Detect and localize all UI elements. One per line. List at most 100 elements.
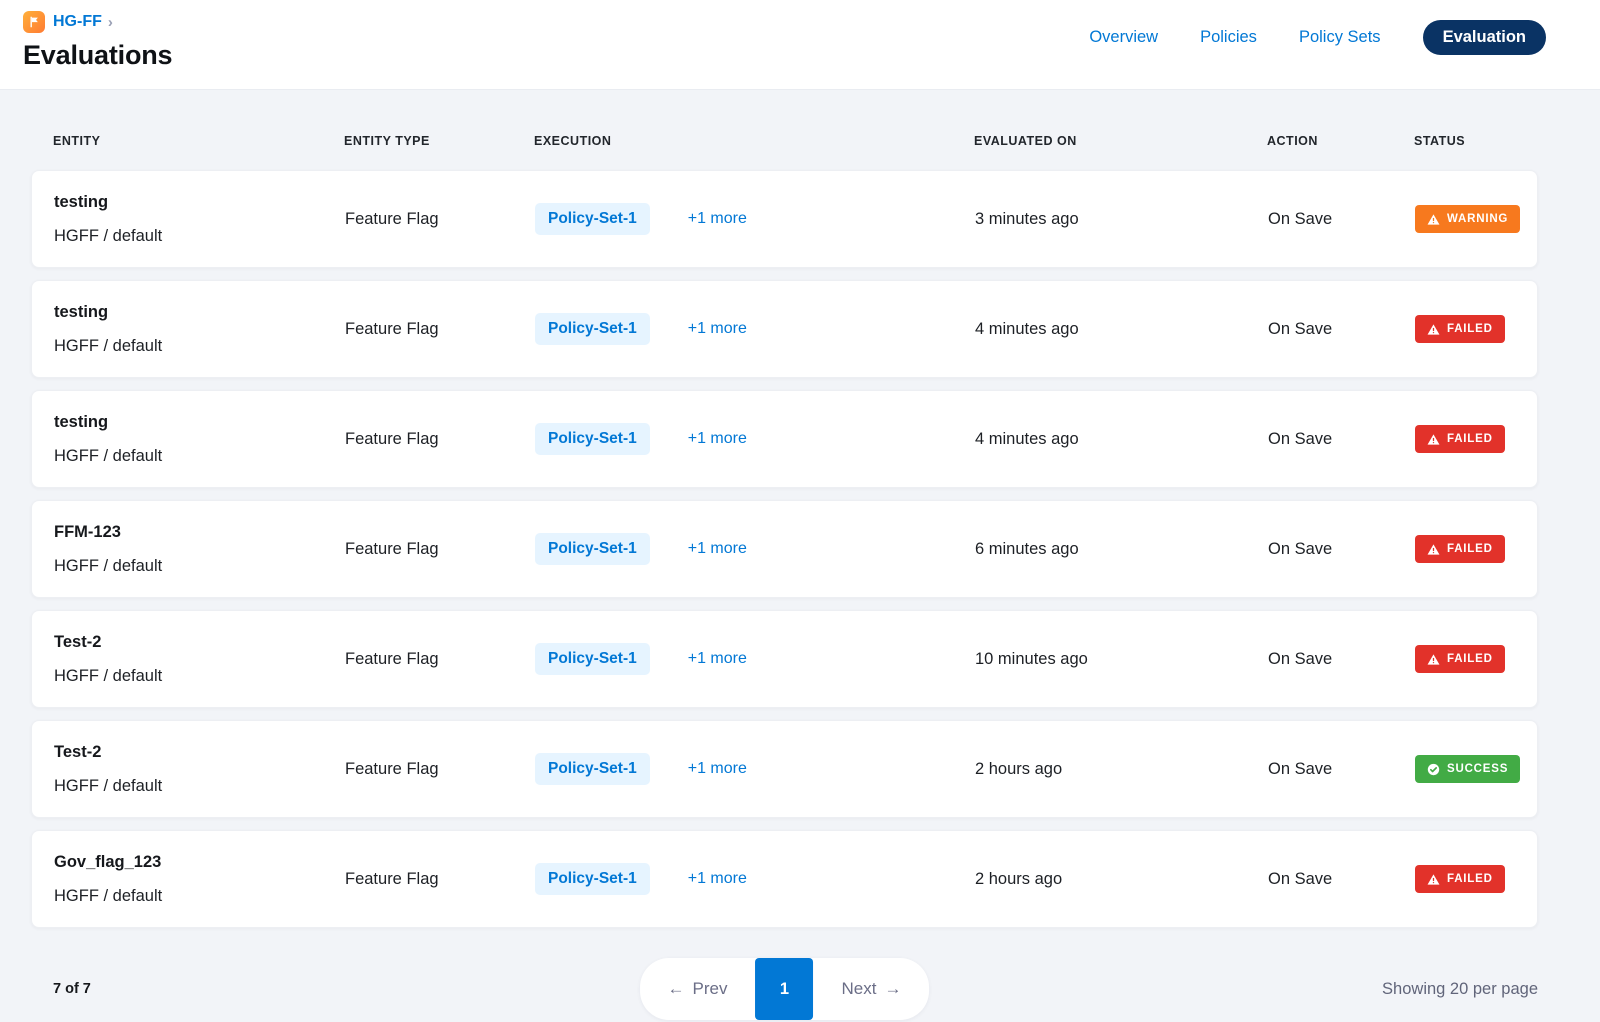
nav-link-policy-sets[interactable]: Policy Sets <box>1299 28 1381 47</box>
entity-name: testing <box>54 405 345 439</box>
status-label: WARNING <box>1447 213 1508 225</box>
table-footer: 7 of 7 ← Prev 1 Next → Showing 20 per pa… <box>31 958 1538 1020</box>
success-check-icon <box>1427 763 1440 776</box>
policy-set-chip[interactable]: Policy-Set-1 <box>535 643 650 675</box>
entity-path: HGFF / default <box>54 549 345 583</box>
table-row[interactable]: Gov_flag_123 HGFF / default Feature Flag… <box>31 830 1538 928</box>
more-policies-link[interactable]: +1 more <box>688 540 747 558</box>
table-row[interactable]: testing HGFF / default Feature Flag Poli… <box>31 390 1538 488</box>
status-badge: FAILED <box>1415 425 1505 453</box>
prev-label: Prev <box>693 979 728 999</box>
nav-link-overview[interactable]: Overview <box>1089 28 1158 47</box>
action-cell: On Save <box>1268 430 1415 449</box>
table-row[interactable]: testing HGFF / default Feature Flag Poli… <box>31 170 1538 268</box>
entity-path: HGFF / default <box>54 659 345 693</box>
table-row[interactable]: testing HGFF / default Feature Flag Poli… <box>31 280 1538 378</box>
entity-cell: Gov_flag_123 HGFF / default <box>54 845 345 913</box>
execution-cell: Policy-Set-1 +1 more <box>535 643 975 675</box>
entity-type-cell: Feature Flag <box>345 650 535 669</box>
next-label: Next <box>842 979 877 999</box>
page-size-text: Showing 20 per page <box>1382 980 1538 999</box>
column-header-execution: EXECUTION <box>534 134 974 148</box>
nav-link-policies[interactable]: Policies <box>1200 28 1257 47</box>
next-page-button[interactable]: Next → <box>814 958 930 1020</box>
execution-cell: Policy-Set-1 +1 more <box>535 533 975 565</box>
warning-triangle-icon <box>1427 213 1440 226</box>
table-body: testing HGFF / default Feature Flag Poli… <box>31 170 1538 928</box>
evaluations-content: ENTITY ENTITY TYPE EXECUTION EVALUATED O… <box>0 90 1600 1020</box>
policy-set-chip[interactable]: Policy-Set-1 <box>535 423 650 455</box>
table-row[interactable]: FFM-123 HGFF / default Feature Flag Poli… <box>31 500 1538 598</box>
status-cell: FAILED <box>1415 645 1537 673</box>
more-policies-link[interactable]: +1 more <box>688 650 747 668</box>
status-cell: FAILED <box>1415 425 1537 453</box>
status-badge: WARNING <box>1415 205 1520 233</box>
action-cell: On Save <box>1268 320 1415 339</box>
result-count: 7 of 7 <box>53 981 91 997</box>
table-row[interactable]: Test-2 HGFF / default Feature Flag Polic… <box>31 720 1538 818</box>
chevron-right-icon: › <box>108 14 113 31</box>
action-cell: On Save <box>1268 870 1415 889</box>
policy-set-chip[interactable]: Policy-Set-1 <box>535 203 650 235</box>
module-nav: Overview Policies Policy Sets Evaluation <box>1089 20 1546 55</box>
execution-cell: Policy-Set-1 +1 more <box>535 863 975 895</box>
more-policies-link[interactable]: +1 more <box>688 210 747 228</box>
status-badge: FAILED <box>1415 645 1505 673</box>
policy-set-chip[interactable]: Policy-Set-1 <box>535 753 650 785</box>
column-header-evaluated-on: EVALUATED ON <box>974 134 1267 148</box>
execution-cell: Policy-Set-1 +1 more <box>535 203 975 235</box>
entity-name: Gov_flag_123 <box>54 845 345 879</box>
more-policies-link[interactable]: +1 more <box>688 430 747 448</box>
policy-set-chip[interactable]: Policy-Set-1 <box>535 533 650 565</box>
column-header-entity: ENTITY <box>53 134 344 148</box>
table-row[interactable]: Test-2 HGFF / default Feature Flag Polic… <box>31 610 1538 708</box>
page-header: HG-FF › Evaluations Overview Policies Po… <box>0 0 1600 90</box>
entity-path: HGFF / default <box>54 439 345 473</box>
entity-type-cell: Feature Flag <box>345 760 535 779</box>
evaluated-on-cell: 4 minutes ago <box>975 430 1268 449</box>
entity-path: HGFF / default <box>54 219 345 253</box>
entity-path: HGFF / default <box>54 879 345 913</box>
feature-flag-icon <box>23 11 45 33</box>
entity-type-cell: Feature Flag <box>345 430 535 449</box>
evaluated-on-cell: 10 minutes ago <box>975 650 1268 669</box>
status-cell: FAILED <box>1415 865 1537 893</box>
status-label: FAILED <box>1447 873 1493 885</box>
entity-name: FFM-123 <box>54 515 345 549</box>
more-policies-link[interactable]: +1 more <box>688 870 747 888</box>
evaluated-on-cell: 6 minutes ago <box>975 540 1268 559</box>
entity-type-cell: Feature Flag <box>345 320 535 339</box>
entity-cell: testing HGFF / default <box>54 405 345 473</box>
nav-link-evaluation-active[interactable]: Evaluation <box>1423 20 1546 55</box>
more-policies-link[interactable]: +1 more <box>688 320 747 338</box>
warning-triangle-icon <box>1427 873 1440 886</box>
entity-cell: Test-2 HGFF / default <box>54 625 345 693</box>
status-cell: FAILED <box>1415 535 1537 563</box>
page-number-button[interactable]: 1 <box>756 958 814 1020</box>
prev-page-button[interactable]: ← Prev <box>640 958 756 1020</box>
status-badge: FAILED <box>1415 315 1505 343</box>
more-policies-link[interactable]: +1 more <box>688 760 747 778</box>
entity-cell: FFM-123 HGFF / default <box>54 515 345 583</box>
entity-path: HGFF / default <box>54 329 345 363</box>
warning-triangle-icon <box>1427 433 1440 446</box>
status-label: FAILED <box>1447 323 1493 335</box>
policy-set-chip[interactable]: Policy-Set-1 <box>535 313 650 345</box>
status-label: SUCCESS <box>1447 763 1508 775</box>
execution-cell: Policy-Set-1 +1 more <box>535 753 975 785</box>
policy-set-chip[interactable]: Policy-Set-1 <box>535 863 650 895</box>
breadcrumb-project-link[interactable]: HG-FF <box>53 13 102 31</box>
status-label: FAILED <box>1447 433 1493 445</box>
execution-cell: Policy-Set-1 +1 more <box>535 423 975 455</box>
status-label: FAILED <box>1447 653 1493 665</box>
entity-type-cell: Feature Flag <box>345 870 535 889</box>
column-header-status: STATUS <box>1414 134 1538 148</box>
execution-cell: Policy-Set-1 +1 more <box>535 313 975 345</box>
arrow-right-icon: → <box>884 979 901 999</box>
status-cell: FAILED <box>1415 315 1537 343</box>
entity-name: Test-2 <box>54 735 345 769</box>
action-cell: On Save <box>1268 540 1415 559</box>
action-cell: On Save <box>1268 210 1415 229</box>
action-cell: On Save <box>1268 760 1415 779</box>
entity-path: HGFF / default <box>54 769 345 803</box>
